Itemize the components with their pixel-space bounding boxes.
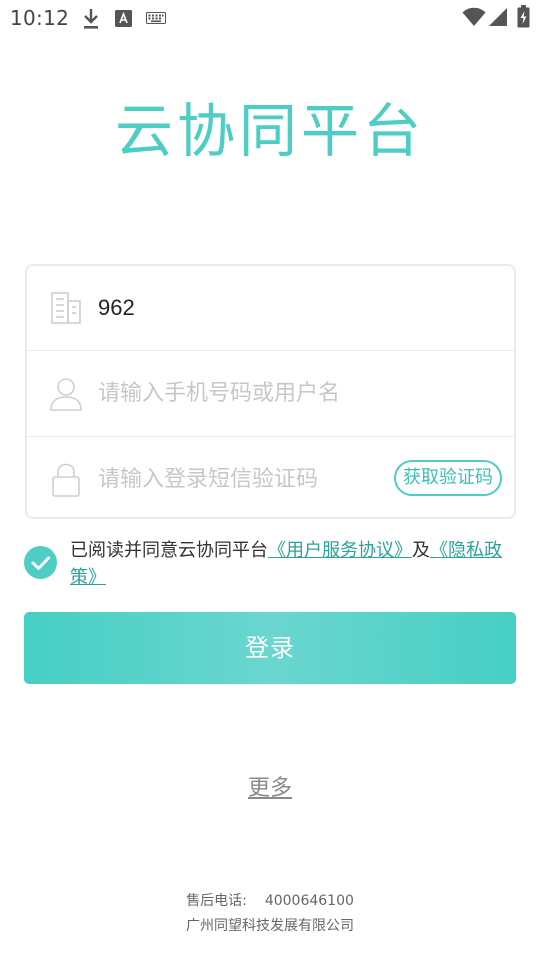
username-input[interactable] [98, 351, 478, 435]
user-agreement-link[interactable]: 《用户服务协议》 [268, 540, 412, 561]
verification-code-input[interactable] [98, 437, 388, 521]
more-link-container: 更多 [0, 770, 540, 802]
agreement-and: 及 [412, 540, 430, 561]
agreement-prefix: 已阅读并同意云协同平台 [70, 540, 268, 561]
login-button[interactable]: 登录 [24, 612, 516, 684]
wifi-icon [462, 7, 486, 26]
user-icon [50, 378, 82, 411]
login-form: 获取验证码 [25, 264, 516, 521]
battery-icon [517, 5, 530, 28]
agreement-checkbox[interactable] [24, 546, 57, 579]
more-link[interactable]: 更多 [248, 776, 292, 801]
username-row [27, 350, 514, 436]
checkmark-icon [31, 556, 50, 570]
company-code-input[interactable] [98, 266, 398, 350]
verification-row: 获取验证码 [27, 436, 514, 521]
get-code-button[interactable]: 获取验证码 [394, 460, 502, 496]
status-bar: 10:12 [0, 0, 540, 36]
download-icon [84, 9, 98, 29]
building-icon [51, 292, 81, 324]
app-title: 云协同平台 [114, 97, 425, 165]
signal-icon [489, 8, 507, 26]
support-phone-label: 售后电话: [186, 893, 247, 909]
company-name: 广州同望科技发展有限公司 [186, 918, 354, 934]
text-a-icon [115, 10, 132, 27]
support-phone-number[interactable]: 4000646100 [265, 893, 354, 909]
lock-icon [52, 463, 80, 497]
status-time: 10:12 [10, 6, 70, 30]
support-phone: 售后电话: 4000646100 [0, 890, 540, 910]
agreement-text: 已阅读并同意云协同平台《用户服务协议》及《隐私政策》 [70, 537, 510, 591]
keyboard-icon [146, 12, 166, 24]
company-row [27, 266, 514, 350]
